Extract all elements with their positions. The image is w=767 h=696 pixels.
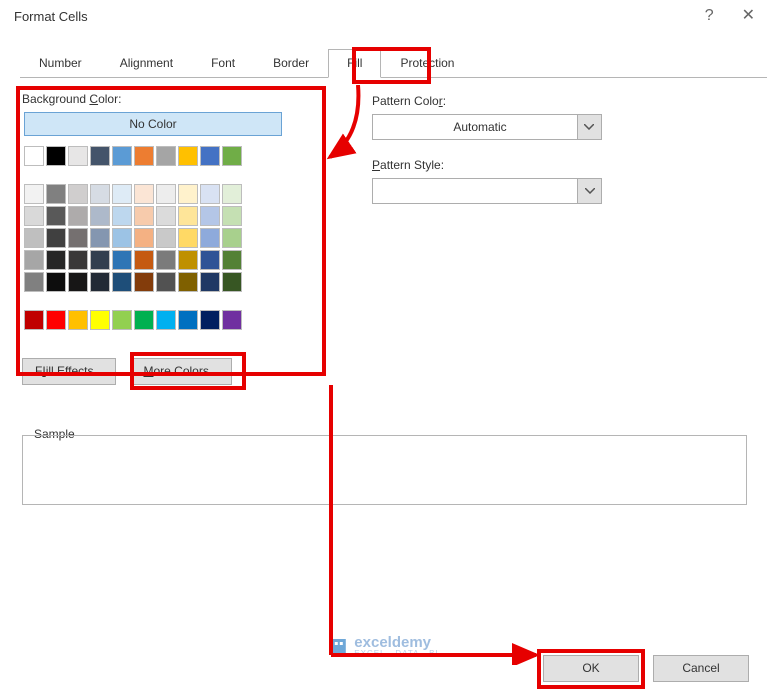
more-colors-button[interactable]: More Colors... — [130, 358, 231, 385]
color-swatch[interactable] — [112, 272, 132, 292]
color-swatch[interactable] — [90, 146, 110, 166]
background-color-label: Background Color: — [22, 92, 332, 106]
color-swatch[interactable] — [24, 250, 44, 270]
color-swatch[interactable] — [156, 184, 176, 204]
color-swatch[interactable] — [200, 250, 220, 270]
color-swatch[interactable] — [90, 250, 110, 270]
color-swatch[interactable] — [156, 310, 176, 330]
color-swatch[interactable] — [156, 272, 176, 292]
tab-protection[interactable]: Protection — [381, 49, 473, 78]
color-swatch[interactable] — [222, 310, 242, 330]
color-swatch[interactable] — [112, 310, 132, 330]
cancel-button[interactable]: Cancel — [653, 655, 749, 682]
color-swatch[interactable] — [112, 146, 132, 166]
color-swatch[interactable] — [134, 206, 154, 226]
color-swatch[interactable] — [46, 146, 66, 166]
color-swatch[interactable] — [112, 250, 132, 270]
color-swatch[interactable] — [46, 228, 66, 248]
pattern-style-label: Pattern Style: — [372, 158, 747, 172]
color-swatch[interactable] — [156, 250, 176, 270]
color-swatch[interactable] — [112, 228, 132, 248]
color-swatch[interactable] — [68, 184, 88, 204]
color-swatch[interactable] — [200, 310, 220, 330]
color-swatch[interactable] — [24, 228, 44, 248]
color-swatch[interactable] — [46, 272, 66, 292]
no-color-button[interactable]: No Color — [24, 112, 282, 136]
color-swatch[interactable] — [222, 146, 242, 166]
dialog-title: Format Cells — [14, 9, 88, 24]
sample-preview — [22, 435, 747, 505]
color-swatch[interactable] — [24, 206, 44, 226]
color-swatch[interactable] — [46, 310, 66, 330]
color-swatch[interactable] — [24, 272, 44, 292]
fill-effects-button[interactable]: FIill Effects... — [22, 358, 116, 385]
color-swatch[interactable] — [178, 272, 198, 292]
color-swatch[interactable] — [200, 146, 220, 166]
color-swatch[interactable] — [24, 146, 44, 166]
color-swatch[interactable] — [68, 228, 88, 248]
color-swatch[interactable] — [222, 250, 242, 270]
color-swatch[interactable] — [112, 184, 132, 204]
color-swatch[interactable] — [46, 184, 66, 204]
color-swatch[interactable] — [90, 228, 110, 248]
color-swatch[interactable] — [24, 310, 44, 330]
color-swatch[interactable] — [178, 250, 198, 270]
watermark: exceldemy EXCEL · DATA · BI — [328, 634, 438, 658]
chevron-down-icon[interactable] — [577, 115, 601, 139]
color-swatch[interactable] — [222, 272, 242, 292]
color-swatch[interactable] — [178, 184, 198, 204]
color-swatch[interactable] — [178, 228, 198, 248]
chevron-down-icon[interactable] — [577, 179, 601, 203]
sample-group: Sample — [22, 435, 747, 505]
color-palette — [24, 146, 332, 330]
color-swatch[interactable] — [134, 146, 154, 166]
color-swatch[interactable] — [156, 206, 176, 226]
pattern-color-combo[interactable]: Automatic — [372, 114, 602, 140]
color-swatch[interactable] — [200, 184, 220, 204]
tab-alignment[interactable]: Alignment — [101, 49, 192, 78]
color-swatch[interactable] — [90, 206, 110, 226]
color-swatch[interactable] — [178, 310, 198, 330]
color-swatch[interactable] — [222, 228, 242, 248]
color-swatch[interactable] — [90, 272, 110, 292]
tab-border[interactable]: Border — [254, 49, 328, 78]
tab-strip: Number Alignment Font Border Fill Protec… — [20, 48, 767, 78]
color-swatch[interactable] — [222, 206, 242, 226]
color-swatch[interactable] — [90, 184, 110, 204]
color-swatch[interactable] — [46, 250, 66, 270]
color-swatch[interactable] — [68, 310, 88, 330]
pattern-style-combo[interactable] — [372, 178, 602, 204]
color-swatch[interactable] — [68, 272, 88, 292]
color-swatch[interactable] — [46, 206, 66, 226]
color-swatch[interactable] — [90, 310, 110, 330]
color-swatch[interactable] — [178, 146, 198, 166]
color-swatch[interactable] — [200, 272, 220, 292]
color-swatch[interactable] — [24, 184, 44, 204]
color-swatch[interactable] — [134, 310, 154, 330]
help-icon[interactable]: ? — [705, 8, 714, 24]
close-icon[interactable]: ✕ — [742, 8, 755, 24]
color-swatch[interactable] — [134, 228, 154, 248]
tab-number[interactable]: Number — [20, 49, 101, 78]
pattern-color-value: Automatic — [453, 120, 506, 134]
color-swatch[interactable] — [200, 228, 220, 248]
pattern-color-label: Pattern Color: — [372, 94, 747, 108]
color-swatch[interactable] — [134, 250, 154, 270]
ok-button[interactable]: OK — [543, 655, 639, 682]
color-swatch[interactable] — [222, 184, 242, 204]
color-swatch[interactable] — [134, 272, 154, 292]
tab-font[interactable]: Font — [192, 49, 254, 78]
color-swatch[interactable] — [178, 206, 198, 226]
color-swatch[interactable] — [156, 146, 176, 166]
tab-fill[interactable]: Fill — [328, 49, 381, 78]
titlebar: Format Cells ? ✕ — [0, 0, 767, 30]
color-swatch[interactable] — [68, 206, 88, 226]
color-swatch[interactable] — [112, 206, 132, 226]
color-swatch[interactable] — [200, 206, 220, 226]
annotation-arrow-to-ok — [328, 385, 558, 665]
color-swatch[interactable] — [68, 250, 88, 270]
color-swatch[interactable] — [134, 184, 154, 204]
color-swatch[interactable] — [68, 146, 88, 166]
color-swatch[interactable] — [156, 228, 176, 248]
